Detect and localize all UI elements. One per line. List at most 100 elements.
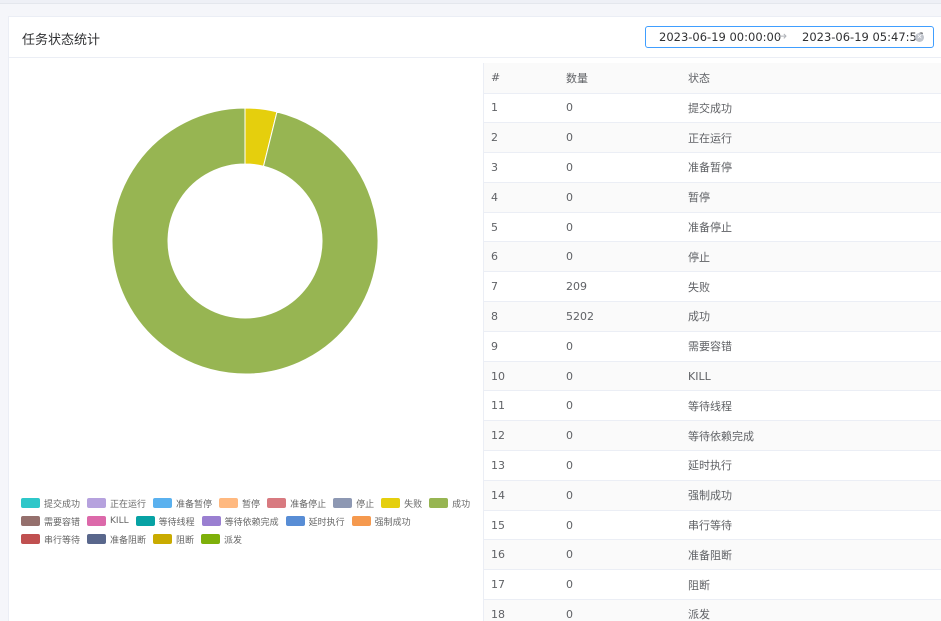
- legend-item[interactable]: KILL: [87, 514, 129, 528]
- table-row: 15 0 串行等待: [484, 510, 941, 541]
- legend-swatch: [201, 516, 221, 526]
- row-index: 15: [484, 510, 566, 541]
- legend-label: 成功: [452, 499, 471, 510]
- date-end-input[interactable]: 2023-06-19 05:47:56: [802, 30, 924, 44]
- legend-swatch: [87, 534, 107, 544]
- date-start-input[interactable]: 2023-06-19 00:00:00: [659, 30, 781, 44]
- legend-label: 失败: [404, 499, 423, 510]
- row-count: 209: [566, 271, 688, 303]
- legend-label: 强制成功: [374, 517, 411, 528]
- legend-swatch: [153, 498, 173, 508]
- table-row: 7 209 失败: [484, 271, 941, 303]
- legend-label: 等待依赖完成: [224, 517, 279, 528]
- legend-item[interactable]: 需要容错: [21, 514, 80, 528]
- legend-swatch: [87, 498, 107, 508]
- row-index: 6: [484, 241, 566, 273]
- row-index: 1: [484, 93, 566, 124]
- legend-item[interactable]: 提交成功: [21, 496, 80, 510]
- row-index: 13: [484, 450, 566, 481]
- row-index: 18: [484, 599, 566, 621]
- row-count: 0: [566, 241, 688, 273]
- row-index: 10: [484, 361, 566, 392]
- legend-item[interactable]: 成功: [429, 496, 470, 510]
- legend-label: 延时执行: [308, 517, 345, 528]
- row-count: 0: [566, 152, 688, 183]
- row-status: KILL: [688, 361, 941, 392]
- legend-item[interactable]: 准备暂停: [153, 496, 212, 510]
- row-count: 0: [566, 599, 688, 621]
- legend-item[interactable]: 等待依赖完成: [201, 514, 279, 528]
- legend-label: 停止: [356, 499, 375, 510]
- row-status: 准备阻断: [688, 539, 941, 571]
- legend-item[interactable]: 派发: [201, 532, 242, 546]
- row-index: 9: [484, 331, 566, 362]
- row-count: 0: [566, 420, 688, 452]
- chart-legend: 提交成功 正在运行 准备暂停 暂停 准备停止 停止 失败 成功需要容错 KILL 等待线程 等待依赖…: [21, 496, 481, 546]
- legend-item[interactable]: 强制成功: [351, 514, 411, 528]
- row-count: 0: [566, 510, 688, 541]
- legend-label: KILL: [110, 516, 129, 526]
- legend-item[interactable]: 正在运行: [87, 496, 146, 510]
- row-index: 17: [484, 569, 566, 601]
- legend-item[interactable]: 串行等待: [21, 532, 80, 546]
- row-status: 派发: [688, 599, 941, 621]
- table-row: 17 0 阻断: [484, 569, 941, 601]
- row-count: 0: [566, 450, 688, 481]
- row-status: 强制成功: [688, 480, 941, 511]
- legend-swatch: [21, 498, 40, 508]
- table-row: 1 0 提交成功: [484, 93, 941, 124]
- row-index: 2: [484, 122, 566, 154]
- row-index: 8: [484, 301, 566, 332]
- legend-item[interactable]: 等待线程: [135, 514, 195, 528]
- row-status: 等待线程: [688, 390, 941, 422]
- row-status: 延时执行: [688, 450, 941, 481]
- table-row: 14 0 强制成功: [484, 480, 941, 511]
- legend-swatch: [21, 534, 40, 544]
- legend-swatch: [351, 516, 371, 526]
- row-count: 0: [566, 361, 688, 392]
- task-status-card: 任务状态统计 2023-06-19 00:00:00 → 2023-06-19 …: [8, 16, 941, 621]
- card-header: 任务状态统计 2023-06-19 00:00:00 → 2023-06-19 …: [9, 17, 941, 58]
- row-count: 0: [566, 212, 688, 243]
- table-row: 16 0 准备阻断: [484, 539, 941, 571]
- row-status: 失败: [688, 271, 941, 303]
- legend-item[interactable]: 准备停止: [267, 496, 326, 510]
- legend-item[interactable]: 失败: [381, 496, 422, 510]
- chart-area: 提交成功 正在运行 准备暂停 暂停 准备停止 停止 失败 成功需要容错 KILL 等待线程 等待依赖…: [9, 59, 483, 621]
- row-count: 0: [566, 480, 688, 511]
- legend-item[interactable]: 暂停: [219, 496, 260, 510]
- legend-swatch: [381, 498, 401, 508]
- date-separator-arrow-icon: →: [777, 29, 788, 43]
- row-index: 7: [484, 271, 566, 303]
- table-row: 2 0 正在运行: [484, 122, 941, 154]
- row-status: 成功: [688, 301, 941, 332]
- donut-slice-成功[interactable]: [111, 107, 379, 375]
- row-status: 阻断: [688, 569, 941, 601]
- legend-item[interactable]: 停止: [333, 496, 374, 510]
- legend-item[interactable]: 准备阻断: [87, 532, 146, 546]
- row-index: 14: [484, 480, 566, 511]
- legend-label: 需要容错: [44, 517, 81, 528]
- row-status: 正在运行: [688, 122, 941, 154]
- table-row: 18 0 派发: [484, 599, 941, 621]
- date-range-picker[interactable]: 2023-06-19 00:00:00 → 2023-06-19 05:47:5…: [645, 26, 934, 48]
- legend-item[interactable]: 延时执行: [285, 514, 345, 528]
- row-index: 5: [484, 212, 566, 243]
- table-row: 5 0 准备停止: [484, 212, 941, 243]
- row-index: 3: [484, 152, 566, 183]
- table-row: 13 0 延时执行: [484, 450, 941, 481]
- legend-label: 提交成功: [44, 499, 81, 510]
- row-count: 0: [566, 122, 688, 154]
- legend-label: 准备暂停: [176, 499, 213, 510]
- row-index: 12: [484, 420, 566, 452]
- row-status: 暂停: [688, 182, 941, 213]
- column-header-index: #: [484, 63, 566, 94]
- clear-icon[interactable]: ✕: [915, 33, 924, 42]
- legend-item[interactable]: 阻断: [153, 532, 194, 546]
- status-table-container: # 数量 状态 1 0 提交成功 2 0 正在运行 3 0 准备暂停 4 0 暂停 5 0 准备停止 6 0 停止…: [483, 63, 941, 621]
- table-row: 9 0 需要容错: [484, 331, 941, 362]
- row-count: 0: [566, 182, 688, 213]
- row-status: 准备暂停: [688, 152, 941, 183]
- row-index: 11: [484, 390, 566, 422]
- legend-label: 派发: [224, 535, 243, 546]
